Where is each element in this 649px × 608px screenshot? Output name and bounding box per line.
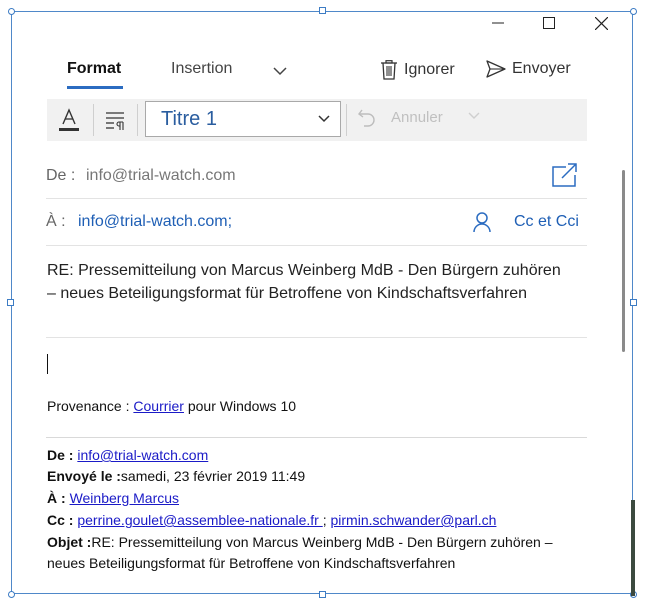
minimize-icon bbox=[492, 22, 504, 24]
send-icon bbox=[486, 60, 506, 78]
trash-icon bbox=[381, 60, 397, 80]
resize-handle-bottom-left[interactable] bbox=[8, 591, 15, 598]
envoyer-button[interactable]: Envoyer bbox=[486, 60, 571, 78]
from-field[interactable]: info@trial-watch.com bbox=[86, 167, 236, 185]
text-cursor bbox=[47, 354, 48, 374]
resize-handle-right[interactable] bbox=[630, 299, 637, 306]
close-button[interactable] bbox=[590, 12, 612, 34]
provenance-line: Provenance : Courrier pour Windows 10 bbox=[47, 398, 296, 414]
provenance-suffix: pour Windows 10 bbox=[183, 398, 297, 414]
quoted-cc-line: Cc : perrine.goulet@assemblee-nationale.… bbox=[47, 510, 592, 531]
quoted-from-label: De : bbox=[47, 447, 78, 463]
quoted-to-label: À : bbox=[47, 490, 70, 506]
undo-label: Annuler bbox=[391, 108, 443, 126]
font-color-icon[interactable] bbox=[57, 106, 81, 134]
quoted-cc-label: Cc : bbox=[47, 512, 78, 528]
person-icon[interactable] bbox=[473, 212, 491, 232]
quoted-to-link[interactable]: Weinberg Marcus bbox=[70, 490, 179, 506]
popout-icon[interactable] bbox=[552, 163, 578, 187]
resize-handle-left[interactable] bbox=[7, 299, 14, 306]
resize-handle-top[interactable] bbox=[319, 7, 326, 14]
minimize-button[interactable] bbox=[487, 12, 509, 34]
toolbar-separator bbox=[137, 104, 138, 136]
resize-handle-top-left[interactable] bbox=[8, 8, 15, 15]
maximize-button[interactable] bbox=[538, 12, 560, 34]
quoted-sent-line: Envoyé le :samedi, 23 février 2019 11:49 bbox=[47, 466, 592, 487]
toolbar-separator bbox=[93, 104, 94, 136]
quoted-subject-label: Objet : bbox=[47, 534, 92, 550]
chevron-down-icon[interactable] bbox=[271, 62, 289, 80]
from-label: De : bbox=[46, 167, 76, 184]
ignorer-label: Ignorer bbox=[404, 61, 455, 78]
resize-handle-bottom[interactable] bbox=[319, 591, 326, 598]
to-label: À : bbox=[46, 213, 66, 230]
quoted-subject-value: RE: Pressemitteilung von Marcus Weinberg… bbox=[47, 534, 553, 571]
quoted-sent-value: samedi, 23 février 2019 11:49 bbox=[120, 468, 306, 484]
vertical-scrollbar[interactable] bbox=[622, 170, 625, 352]
toolbar-separator bbox=[346, 104, 347, 136]
quoted-cc-link-1[interactable]: perrine.goulet@assemblee-nationale.fr bbox=[77, 512, 322, 528]
maximize-icon bbox=[543, 17, 555, 29]
field-divider bbox=[46, 245, 587, 246]
style-dropdown[interactable]: Titre 1 bbox=[145, 101, 341, 137]
active-tab-indicator bbox=[67, 86, 123, 89]
undo-icon bbox=[358, 109, 375, 127]
to-field[interactable]: info@trial-watch.com; bbox=[78, 213, 232, 231]
paragraph-format-icon[interactable] bbox=[104, 108, 128, 132]
chevron-down-icon[interactable] bbox=[468, 112, 480, 120]
courrier-link[interactable]: Courrier bbox=[133, 398, 184, 414]
quoted-sent-label: Envoyé le : bbox=[47, 468, 121, 484]
quoted-to-line: À : Weinberg Marcus bbox=[47, 488, 592, 509]
chevron-down-icon bbox=[318, 115, 330, 123]
subject-field[interactable]: RE: Pressemitteilung von Marcus Weinberg… bbox=[47, 259, 567, 305]
ignorer-button[interactable]: Ignorer bbox=[380, 60, 455, 80]
quoted-from-link[interactable]: info@trial-watch.com bbox=[77, 447, 208, 463]
field-divider bbox=[46, 337, 587, 338]
undo-button[interactable]: Annuler bbox=[357, 107, 443, 127]
style-dropdown-value: Titre 1 bbox=[161, 107, 217, 130]
envoyer-label: Envoyer bbox=[512, 60, 571, 77]
close-icon bbox=[594, 16, 608, 30]
quoted-from-line: De : info@trial-watch.com bbox=[47, 445, 592, 466]
tab-insertion[interactable]: Insertion bbox=[171, 60, 232, 78]
quote-divider bbox=[46, 437, 587, 438]
resize-handle-top-right[interactable] bbox=[630, 8, 637, 15]
window-edge-shadow bbox=[631, 500, 635, 596]
cc-bcc-button[interactable]: Cc et Cci bbox=[514, 213, 579, 231]
field-divider bbox=[46, 198, 587, 199]
tab-format[interactable]: Format bbox=[67, 60, 121, 78]
quoted-subject-line: Objet :RE: Pressemitteilung von Marcus W… bbox=[47, 532, 592, 574]
quoted-cc-link-2[interactable]: pirmin.schwander@parl.ch bbox=[330, 512, 496, 528]
provenance-prefix: Provenance : bbox=[47, 398, 134, 414]
